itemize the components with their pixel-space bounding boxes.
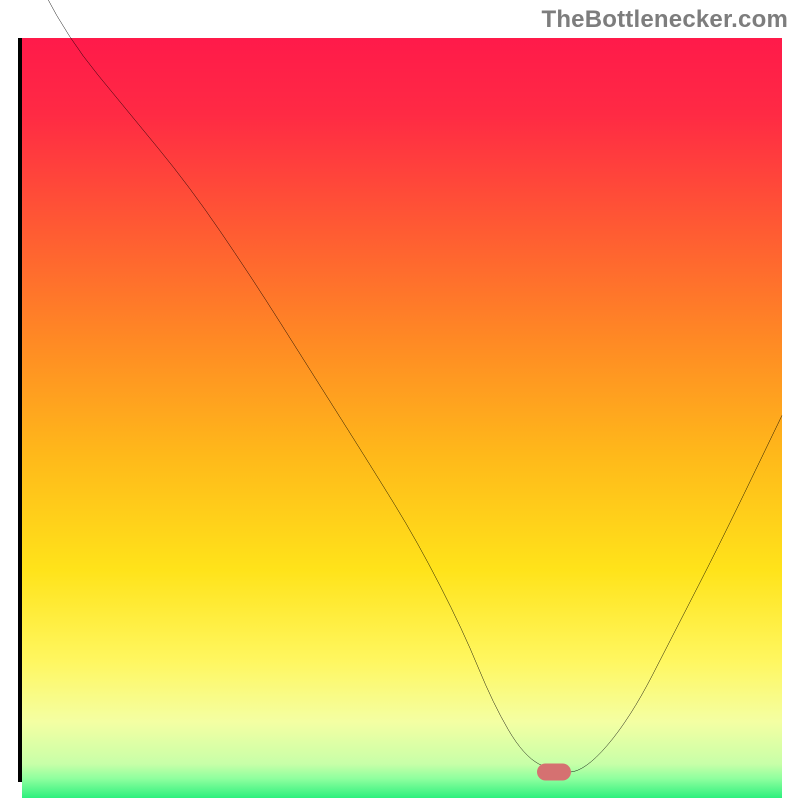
bottleneck-curve: [22, 0, 782, 772]
curve-layer: [22, 38, 782, 778]
optimum-marker: [537, 764, 571, 781]
plot-area: [18, 38, 782, 782]
chart-container: TheBottlenecker.com: [0, 0, 800, 800]
watermark-text: TheBottlenecker.com: [541, 6, 788, 34]
